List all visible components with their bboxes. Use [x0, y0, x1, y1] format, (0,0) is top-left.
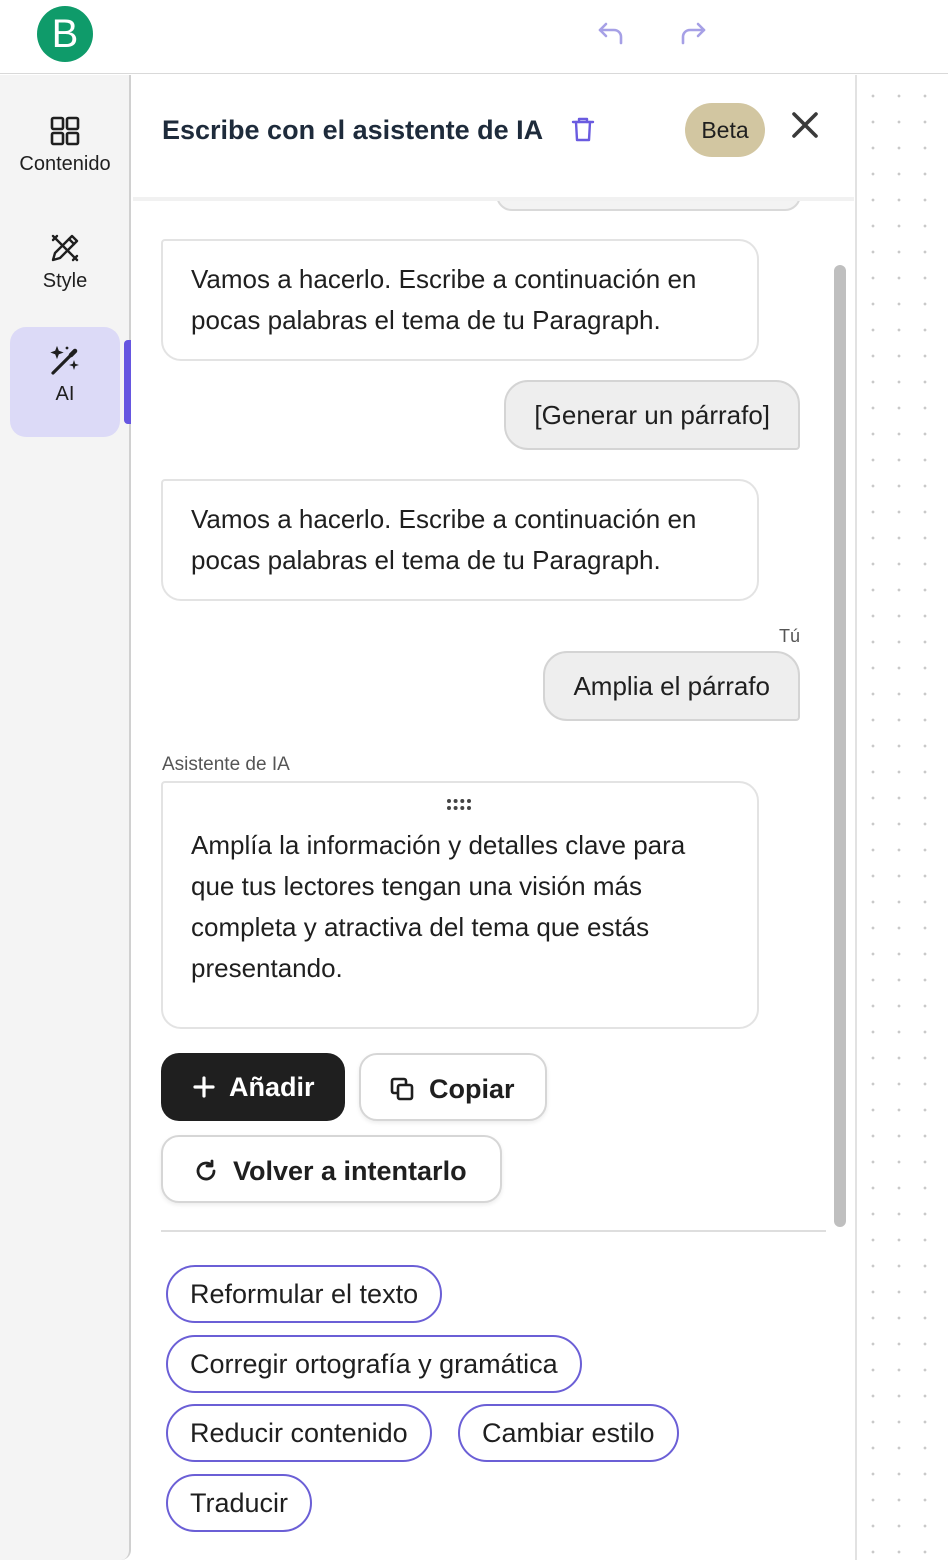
add-button[interactable]: Añadir — [161, 1053, 345, 1121]
suggestion-chip-spellcheck[interactable]: Corregir ortografía y gramática — [166, 1335, 582, 1393]
pen-ruler-icon — [51, 234, 79, 262]
retry-button-label: Volver a intentarlo — [233, 1156, 467, 1186]
plus-icon — [193, 1076, 215, 1098]
close-icon[interactable] — [788, 108, 822, 142]
suggestion-chip-shorten[interactable]: Reducir contenido — [166, 1404, 432, 1462]
previous-message-edge — [496, 201, 801, 211]
top-bar: B — [0, 0, 948, 74]
undo-icon[interactable] — [595, 16, 627, 48]
user-sender-label: Tú — [778, 626, 800, 646]
sidebar-item-label: AI — [55, 383, 75, 405]
beta-badge: Beta — [685, 103, 765, 157]
refresh-icon — [196, 1159, 216, 1181]
panel-header: Escribe con el asistente de IA Beta — [133, 75, 854, 201]
panel-title: Escribe con el asistente de IA — [162, 115, 544, 145]
chat-area[interactable]: Vamos a hacerlo. Escribe a continuación … — [133, 201, 854, 1233]
assistant-sender-label: Asistente de IA — [162, 754, 290, 775]
active-indicator — [124, 340, 131, 424]
sidebar-item-contenido[interactable]: Contenido — [10, 97, 120, 207]
ai-assistant-panel: Escribe con el asistente de IA Beta Vamo… — [133, 75, 854, 1560]
add-button-label: Añadir — [229, 1072, 315, 1102]
grid-icon — [50, 116, 80, 146]
sidebar-item-style[interactable]: Style — [10, 214, 120, 324]
editor-canvas[interactable] — [855, 75, 948, 1560]
copy-button-label: Copiar — [429, 1074, 515, 1104]
copy-button[interactable]: Copiar — [359, 1053, 547, 1121]
chat-scrollbar[interactable] — [834, 265, 846, 1227]
suggestion-chip-rephrase[interactable]: Reformular el texto — [166, 1265, 443, 1323]
assistant-message: Vamos a hacerlo. Escribe a continuación … — [161, 239, 759, 361]
sidebar-item-ai[interactable]: AI — [10, 327, 120, 437]
retry-button[interactable]: Volver a intentarlo — [161, 1135, 502, 1203]
assistant-response-text: Amplía la información y detalles clave p… — [191, 830, 686, 983]
assistant-message: Vamos a hacerlo. Escribe a continuación … — [161, 479, 759, 601]
sidebar-item-label: Style — [42, 270, 88, 292]
assistant-response: Amplía la información y detalles clave p… — [161, 781, 759, 1029]
trash-icon[interactable] — [569, 115, 597, 143]
user-message: Amplia el párrafo — [543, 651, 800, 721]
sidebar-item-label: Contenido — [19, 153, 111, 175]
redo-icon[interactable] — [677, 16, 709, 48]
left-sidebar: Contenido Style AI — [0, 75, 131, 1560]
section-divider — [161, 1230, 826, 1232]
brand-logo[interactable]: B — [37, 6, 93, 62]
user-message: [Generar un párrafo] — [504, 380, 800, 450]
magic-wand-icon — [50, 345, 79, 375]
suggestion-chip-translate[interactable]: Traducir — [166, 1474, 313, 1532]
drag-handle-icon[interactable] — [445, 797, 473, 813]
suggestion-chip-change-style[interactable]: Cambiar estilo — [458, 1404, 679, 1462]
copy-icon — [390, 1077, 414, 1101]
